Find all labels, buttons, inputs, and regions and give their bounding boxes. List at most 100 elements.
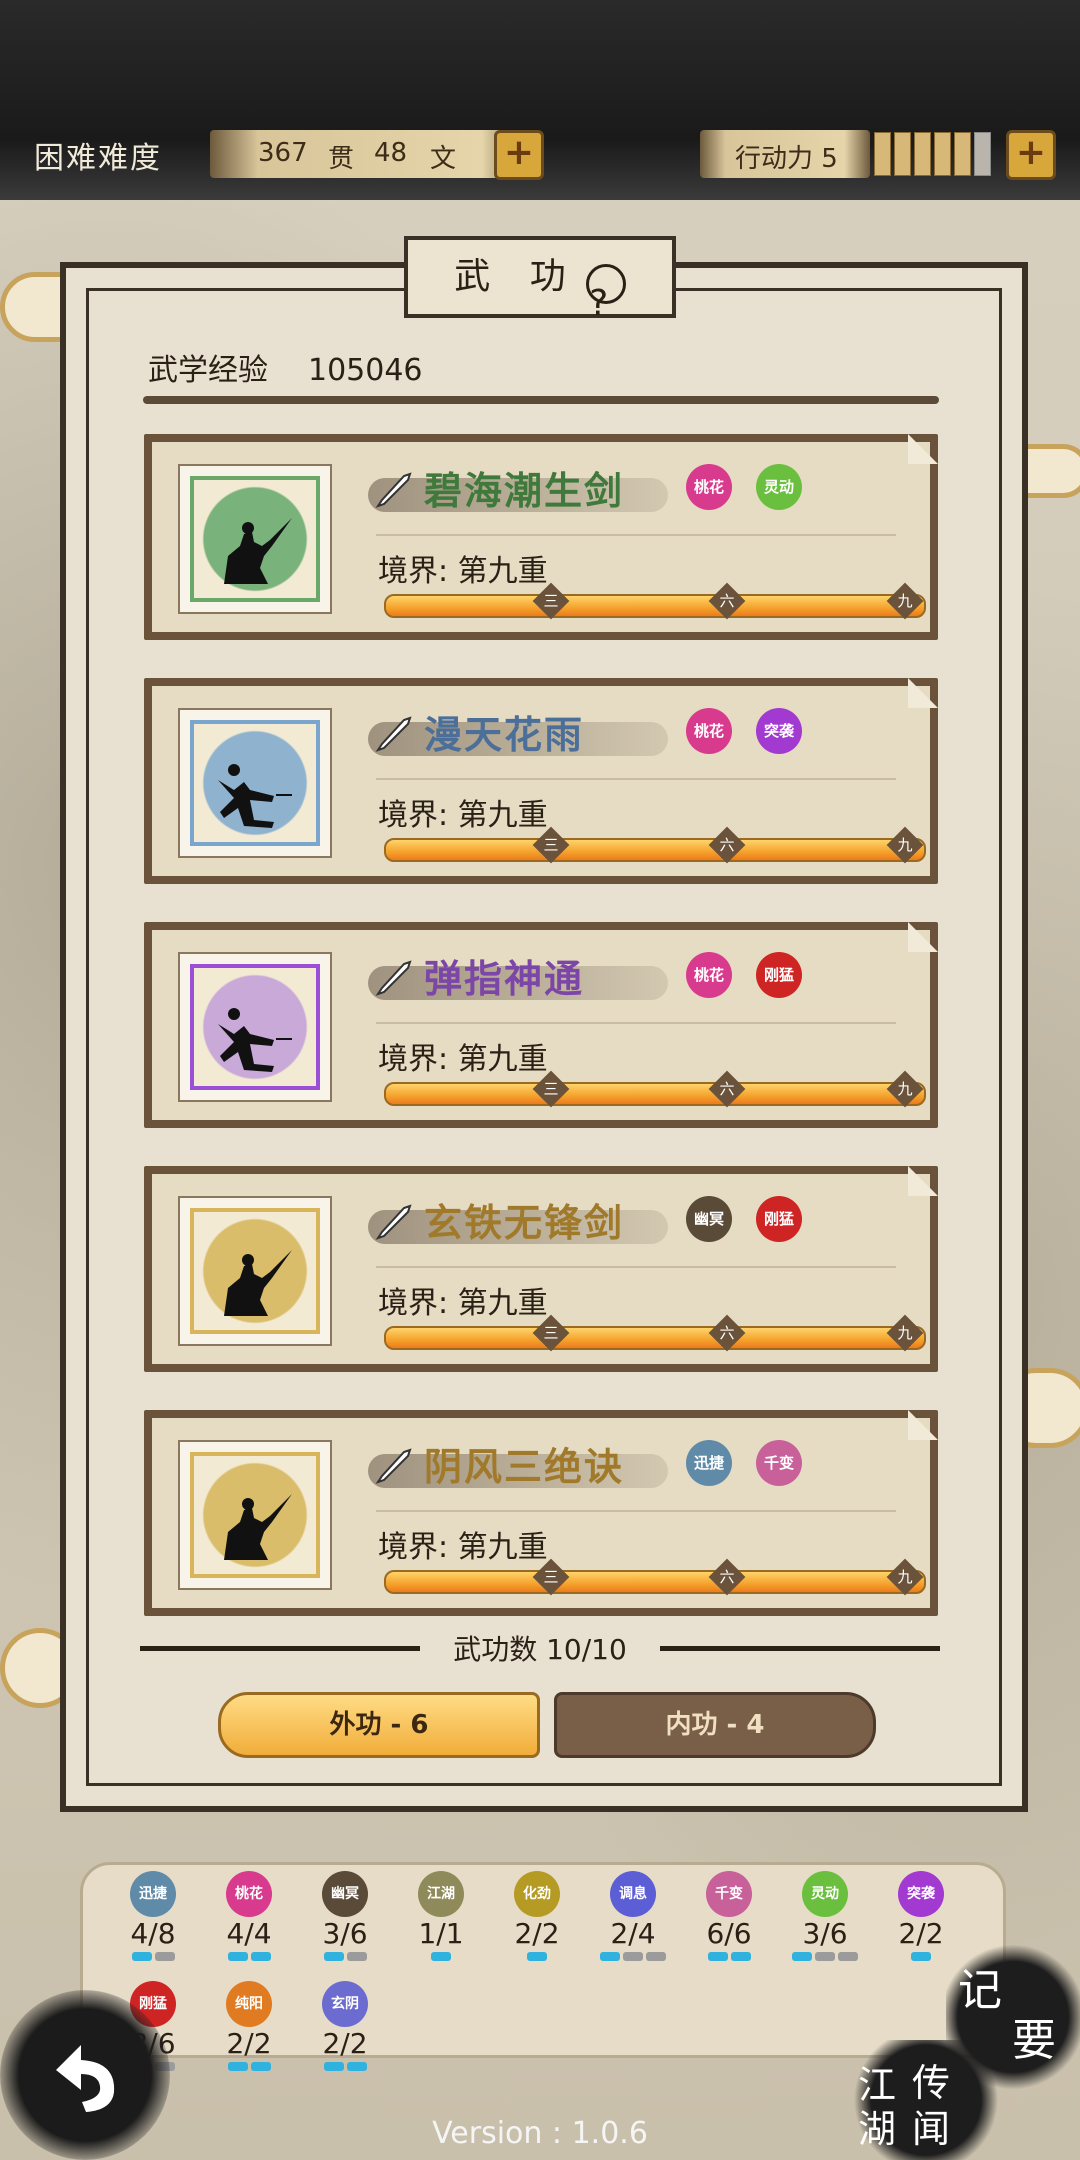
action-pip	[874, 132, 891, 176]
attribute-badge: 玄阴	[322, 1981, 368, 2027]
progress-marker: 六	[708, 1070, 746, 1108]
divider	[376, 1266, 896, 1268]
throwing-knife-icon	[375, 716, 412, 752]
sword-icon	[375, 472, 412, 508]
skill-name: 阴风三绝诀	[424, 1445, 625, 1489]
skill-card[interactable]: 弹指神通 桃花 刚猛 境界: 第九重三 六 九	[144, 922, 938, 1128]
money-wen-unit: 文	[430, 144, 457, 174]
progress-marker: 九	[886, 1070, 924, 1108]
attribute-badge: 迅捷	[130, 1871, 176, 1917]
attribute-value: 2/2	[514, 1917, 560, 1950]
sword-icon	[375, 1448, 412, 1484]
skill-realm: 境界: 第九重	[378, 554, 548, 589]
attribute-item[interactable]: 灵动 3/6	[785, 1871, 865, 1961]
skill-name: 弹指神通	[424, 957, 585, 1001]
attribute-badge: 纯阳	[226, 1981, 272, 2027]
skill-card[interactable]: 玄铁无锋剑 幽冥 刚猛 境界: 第九重三 六 九	[144, 1166, 938, 1372]
skill-tag-badge: 刚猛	[756, 1196, 802, 1242]
divider	[376, 1022, 896, 1024]
attribute-item[interactable]: 化劲 2/2	[497, 1871, 577, 1961]
money-wen-value: 48	[374, 138, 408, 168]
skill-tag-badge: 幽冥	[686, 1196, 732, 1242]
skill-portrait	[178, 708, 332, 858]
money-guan-unit: 贯	[328, 144, 355, 174]
help-icon[interactable]: ?	[585, 263, 626, 324]
skill-card[interactable]: 阴风三绝诀 迅捷 千变 境界: 第九重三 六 九	[144, 1410, 938, 1616]
skill-tag-badge: 灵动	[756, 464, 802, 510]
realm-progress-bar	[384, 1570, 926, 1594]
progress-marker: 三	[532, 826, 570, 864]
attribute-value: 3/6	[322, 1917, 368, 1950]
fighter-silhouette	[214, 760, 294, 830]
add-action-points-button[interactable]: +	[1006, 130, 1056, 180]
action-pip	[914, 132, 931, 176]
attribute-badge: 调息	[610, 1871, 656, 1917]
add-money-button[interactable]: +	[494, 130, 544, 180]
realm-progress-bar	[384, 838, 926, 862]
tab-inner-skills[interactable]: 内功 - 4	[554, 1692, 876, 1758]
memo-char: 要	[1012, 2015, 1056, 2066]
action-pip	[894, 132, 911, 176]
attribute-pips	[689, 1952, 769, 1961]
attribute-value: 2/4	[610, 1917, 656, 1950]
attribute-value: 4/4	[226, 1917, 272, 1950]
fighter-silhouette	[214, 516, 294, 586]
skill-tag-badge: 迅捷	[686, 1440, 732, 1486]
action-points-bar	[874, 132, 991, 176]
attribute-item[interactable]: 千变 6/6	[689, 1871, 769, 1961]
attribute-item[interactable]: 玄阴 2/2	[305, 1981, 385, 2071]
attribute-item[interactable]: 江湖 1/1	[401, 1871, 481, 1961]
progress-marker: 三	[532, 1558, 570, 1596]
fighter-silhouette	[214, 1248, 294, 1318]
attribute-value: 2/2	[322, 2027, 368, 2060]
skill-realm: 境界: 第九重	[378, 1286, 548, 1321]
divider	[376, 534, 896, 536]
skill-tag-badge: 突袭	[756, 708, 802, 754]
money-display: 367 贯 48 文	[210, 130, 530, 178]
divider	[143, 396, 939, 404]
realm-progress-bar	[384, 1082, 926, 1106]
attribute-value: 6/6	[706, 1917, 752, 1950]
attribute-badge: 灵动	[802, 1871, 848, 1917]
skill-name: 玄铁无锋剑	[424, 1201, 625, 1245]
progress-marker: 六	[708, 1314, 746, 1352]
attribute-item[interactable]: 幽冥 3/6	[305, 1871, 385, 1961]
attribute-item[interactable]: 纯阳 2/2	[209, 1981, 289, 2071]
attribute-pips	[497, 1952, 577, 1961]
throwing-knife-icon	[375, 960, 412, 996]
skill-name: 碧海潮生剑	[424, 469, 625, 513]
skill-portrait	[178, 464, 332, 614]
progress-marker: 九	[886, 1558, 924, 1596]
skill-tag-badge: 刚猛	[756, 952, 802, 998]
progress-marker: 三	[532, 1314, 570, 1352]
attribute-value: 1/1	[418, 1917, 464, 1950]
skill-tag-badge: 桃花	[686, 464, 732, 510]
memo-char: 记	[958, 1965, 1002, 2016]
progress-marker: 三	[532, 1070, 570, 1108]
action-points-label: 行动力 5	[735, 144, 838, 174]
attribute-badge: 千变	[706, 1871, 752, 1917]
attribute-pips	[209, 2062, 289, 2071]
attribute-pips	[593, 1952, 673, 1961]
attribute-pips	[113, 1952, 193, 1961]
difficulty-label: 困难难度	[34, 141, 162, 176]
attribute-value: 3/6	[802, 1917, 848, 1950]
attribute-value: 2/2	[226, 2027, 272, 2060]
divider	[376, 1510, 896, 1512]
skill-count: 武功数 10/10	[453, 1633, 627, 1666]
attribute-item[interactable]: 迅捷 4/8	[113, 1871, 193, 1961]
skill-tag-badge: 桃花	[686, 952, 732, 998]
attribute-badge: 江湖	[418, 1871, 464, 1917]
attribute-item[interactable]: 调息 2/4	[593, 1871, 673, 1961]
tab-outer-skills[interactable]: 外功 - 6	[218, 1692, 540, 1758]
divider	[376, 778, 896, 780]
skill-name: 漫天花雨	[424, 713, 585, 757]
action-pip	[954, 132, 971, 176]
skill-card[interactable]: 碧海潮生剑 桃花 灵动 境界: 第九重三 六 九	[144, 434, 938, 640]
attribute-item[interactable]: 桃花 4/4	[209, 1871, 289, 1961]
attribute-pips	[209, 1952, 289, 1961]
attribute-pips	[305, 2062, 385, 2071]
skill-portrait	[178, 1196, 332, 1346]
skill-realm: 境界: 第九重	[378, 1530, 548, 1565]
skill-card[interactable]: 漫天花雨 桃花 突袭 境界: 第九重三 六 九	[144, 678, 938, 884]
